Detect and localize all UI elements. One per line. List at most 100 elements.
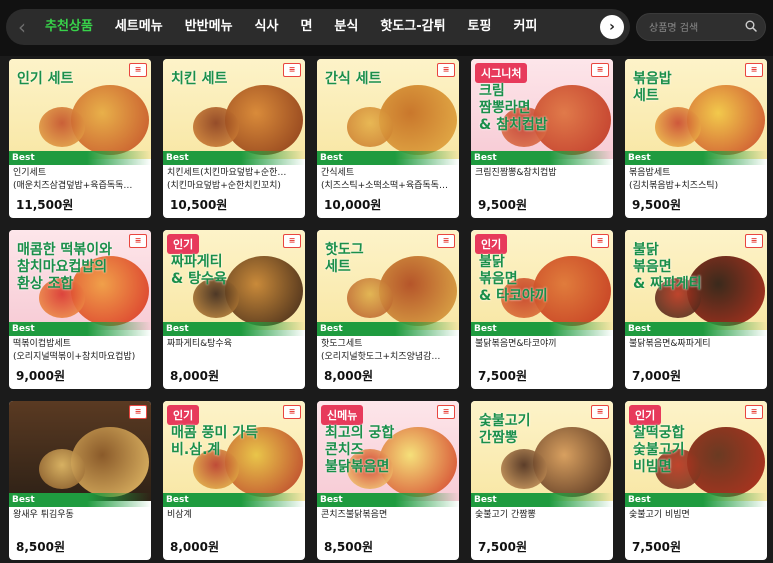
brand-logo-icon: ≡: [591, 234, 609, 248]
tab-7[interactable]: 토핑: [457, 9, 503, 45]
search-icon[interactable]: [745, 20, 757, 32]
product-card[interactable]: 숯불고기 간짬뽕 ≡ Best 숯불고기 간짬뽕 7,500원: [471, 401, 613, 560]
product-image: 숯불고기 간짬뽕 ≡: [471, 401, 613, 501]
best-badge: Best: [471, 322, 613, 336]
product-card[interactable]: 인기 짜파게티 & 탕수육 ≡ Best 짜파게티&탕수육 8,000원: [163, 230, 305, 389]
product-name: 크림진짬뽕&참치컵밥: [475, 168, 557, 178]
product-name: 간식세트: [321, 168, 355, 178]
product-card[interactable]: 치킨 세트 ≡ Best 치킨세트(치킨마요덮밥+순한… (치킨마요덮밥+순한치킨꼬치)…: [163, 59, 305, 218]
product-image: 불닭 볶음면 & 짜파게티 ≡: [625, 230, 767, 330]
brand-logo-icon: ≡: [437, 405, 455, 419]
thumbnail-caption: 볶음밥 세트: [633, 71, 672, 104]
product-price: 9,500원: [478, 198, 527, 212]
best-badge: Best: [317, 322, 459, 336]
product-info: 불닭볶음면&타코야끼: [475, 338, 609, 351]
product-card[interactable]: 불닭 볶음면 & 짜파게티 ≡ Best 불닭볶음면&짜파게티 7,000원: [625, 230, 767, 389]
product-image: 인기 매콤 풍미 가득 비.삼.계 ≡: [163, 401, 305, 501]
top-navigation-bar: ‹ 추천상품 세트메뉴 반반메뉴 식사 면 분식 핫도그-감튀 토핑 커피 ›: [0, 0, 773, 56]
product-info: 불닭볶음면&짜파게티: [629, 338, 763, 351]
product-card[interactable]: 신메뉴 최고의 궁합 콘치즈 불닭볶음면 ≡ Best 콘치즈불닭볶음면 8,500원: [317, 401, 459, 560]
thumbnail-caption: 인기 세트: [17, 71, 74, 87]
thumbnail-caption: 불닭 볶음면 & 타코야끼: [479, 254, 548, 304]
tab-2[interactable]: 반반메뉴: [174, 9, 244, 45]
product-name: 인기세트: [13, 168, 47, 178]
product-info: 숯불고기 간짬뽕: [475, 509, 609, 522]
product-card[interactable]: 인기 불닭 볶음면 & 타코야끼 ≡ Best 불닭볶음면&타코야끼 7,500원: [471, 230, 613, 389]
ribbon-badge: 인기: [167, 234, 200, 254]
best-badge: Best: [625, 493, 767, 507]
food-illustration: [655, 107, 701, 147]
ribbon-badge: 인기: [629, 405, 662, 425]
product-name: 비삼계: [167, 510, 192, 520]
food-illustration: [347, 278, 393, 318]
product-card[interactable]: 간식 세트 ≡ Best 간식세트 (치즈스틱+소떡소떡+육즙독독… 10,000원: [317, 59, 459, 218]
product-price: 7,500원: [632, 540, 681, 554]
product-price: 9,000원: [16, 369, 65, 383]
product-card[interactable]: 인기 세트 ≡ Best 인기세트 (매운치즈삼겹덮밥+육즙독독… 11,500원: [9, 59, 151, 218]
product-info: 크림진짬뽕&참치컵밥: [475, 167, 609, 180]
product-price: 8,500원: [16, 540, 65, 554]
best-badge: Best: [625, 322, 767, 336]
product-name: 볶음밥세트: [629, 168, 671, 178]
product-name: 핫도그세트: [321, 339, 363, 349]
search-box: [636, 13, 766, 41]
best-badge: Best: [9, 322, 151, 336]
tab-4[interactable]: 면: [289, 9, 323, 45]
product-price: 8,000원: [170, 540, 219, 554]
search-input[interactable]: [647, 18, 747, 38]
brand-logo-icon: ≡: [283, 234, 301, 248]
chevron-left-icon[interactable]: ‹: [10, 9, 34, 45]
category-nav: ‹ 추천상품 세트메뉴 반반메뉴 식사 면 분식 핫도그-감튀 토핑 커피 ›: [6, 9, 630, 45]
ribbon-badge: 신메뉴: [321, 405, 364, 425]
best-badge: Best: [163, 322, 305, 336]
product-image: 치킨 세트 ≡: [163, 59, 305, 159]
product-description: (매운치즈삼겹덮밥+육즙독독…: [13, 181, 133, 191]
brand-logo-icon: ≡: [129, 234, 147, 248]
brand-logo-icon: ≡: [437, 63, 455, 77]
product-card[interactable]: 핫도그 세트 ≡ Best 핫도그세트 (오리지널핫도그+치즈양념감… 8,000원: [317, 230, 459, 389]
product-info: 숯불고기 비빔면: [629, 509, 763, 522]
product-price: 7,500원: [478, 369, 527, 383]
tab-6[interactable]: 핫도그-감튀: [369, 9, 456, 45]
product-price: 7,000원: [632, 369, 681, 383]
product-card[interactable]: 시그니처 크림 짬뽕라면 & 참치컵밥 ≡ Best 크림진짬뽕&참치컵밥 9,500원: [471, 59, 613, 218]
product-grid: 인기 세트 ≡ Best 인기세트 (매운치즈삼겹덮밥+육즙독독… 11,500원 치킨 세…: [9, 59, 769, 560]
product-description: (오리지널떡볶이+참치마요컵밥): [13, 352, 136, 362]
product-price: 7,500원: [478, 540, 527, 554]
product-price: 11,500원: [16, 198, 74, 212]
best-badge: Best: [9, 151, 151, 165]
tab-3[interactable]: 식사: [244, 9, 290, 45]
thumbnail-caption: 크림 짬뽕라면 & 참치컵밥: [479, 83, 548, 133]
brand-logo-icon: ≡: [129, 405, 147, 419]
product-info: 짜파게티&탕수육: [167, 338, 301, 351]
tab-8[interactable]: 커피: [502, 9, 548, 45]
chevron-right-icon[interactable]: ›: [600, 15, 624, 39]
product-card[interactable]: 매콤한 떡볶이와 참치마요컵밥의 환상 조합 ≡ Best 떡볶이컵밥세트 (오리지널떡…: [9, 230, 151, 389]
tab-0[interactable]: 추천상품: [34, 9, 104, 45]
food-illustration: [39, 107, 85, 147]
brand-logo-icon: ≡: [745, 234, 763, 248]
tab-1[interactable]: 세트메뉴: [104, 9, 174, 45]
product-card[interactable]: 인기 찰떡궁합 숯불고기 비빔면 ≡ Best 숯불고기 비빔면 7,500원: [625, 401, 767, 560]
product-card[interactable]: ≡ Best 왕새우 튀김우동 8,500원: [9, 401, 151, 560]
best-badge: Best: [471, 493, 613, 507]
brand-logo-icon: ≡: [129, 63, 147, 77]
product-card[interactable]: 인기 매콤 풍미 가득 비.삼.계 ≡ Best 비삼계 8,000원: [163, 401, 305, 560]
product-description: (치즈스틱+소떡소떡+육즙독독…: [321, 181, 448, 191]
product-image: 핫도그 세트 ≡: [317, 230, 459, 330]
best-badge: Best: [163, 493, 305, 507]
product-image: 인기 세트 ≡: [9, 59, 151, 159]
product-card[interactable]: 볶음밥 세트 ≡ Best 볶음밥세트 (김치볶음밥+치즈스틱) 9,500원: [625, 59, 767, 218]
thumbnail-caption: 핫도그 세트: [325, 242, 364, 275]
best-badge: Best: [471, 151, 613, 165]
ribbon-badge: 인기: [167, 405, 200, 425]
tab-5[interactable]: 분식: [323, 9, 369, 45]
brand-logo-icon: ≡: [283, 405, 301, 419]
category-tabs: 추천상품 세트메뉴 반반메뉴 식사 면 분식 핫도그-감튀 토핑 커피: [34, 9, 548, 45]
brand-logo-icon: ≡: [283, 63, 301, 77]
product-description: (오리지널핫도그+치즈양념감…: [321, 352, 441, 362]
product-info: 핫도그세트 (오리지널핫도그+치즈양념감…: [321, 338, 455, 364]
product-name: 떡볶이컵밥세트: [13, 339, 71, 349]
food-illustration: [347, 107, 393, 147]
product-price: 8,000원: [170, 369, 219, 383]
